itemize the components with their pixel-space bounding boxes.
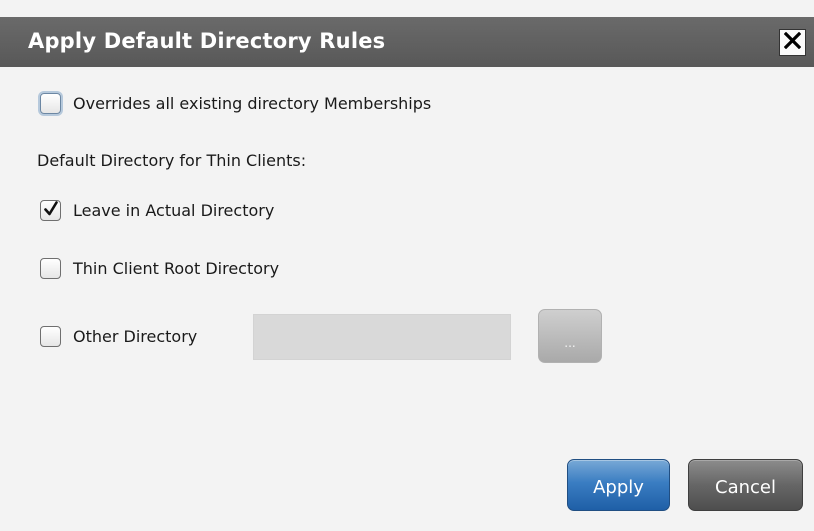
default-directory-section-label: Default Directory for Thin Clients:	[37, 151, 307, 170]
override-memberships-label: Overrides all existing directory Members…	[73, 94, 432, 113]
apply-default-directory-rules-dialog: Apply Default Directory Rules Overrides …	[0, 0, 814, 531]
dialog-titlebar: Apply Default Directory Rules	[0, 17, 814, 67]
close-button[interactable]	[779, 29, 806, 56]
close-icon	[783, 31, 802, 53]
leave-in-actual-directory-option[interactable]: Leave in Actual Directory	[40, 200, 274, 221]
other-directory-option[interactable]: Other Directory	[40, 326, 197, 347]
thin-client-root-directory-checkbox[interactable]	[40, 258, 61, 279]
leave-in-actual-directory-checkbox[interactable]	[40, 200, 61, 221]
checkmark-icon	[43, 200, 59, 221]
thin-client-root-directory-label: Thin Client Root Directory	[73, 259, 280, 278]
thin-client-root-directory-option[interactable]: Thin Client Root Directory	[40, 258, 279, 279]
other-directory-input[interactable]	[253, 314, 511, 360]
other-directory-checkbox[interactable]	[40, 326, 61, 347]
browse-directory-button[interactable]: ...	[538, 309, 602, 363]
leave-in-actual-directory-label: Leave in Actual Directory	[73, 201, 275, 220]
dialog-title: Apply Default Directory Rules	[28, 29, 386, 53]
other-directory-label: Other Directory	[73, 327, 198, 346]
apply-button[interactable]: Apply	[567, 459, 670, 511]
cancel-button[interactable]: Cancel	[688, 459, 803, 511]
override-memberships-checkbox[interactable]	[40, 93, 61, 114]
override-memberships-option[interactable]: Overrides all existing directory Members…	[40, 93, 431, 114]
